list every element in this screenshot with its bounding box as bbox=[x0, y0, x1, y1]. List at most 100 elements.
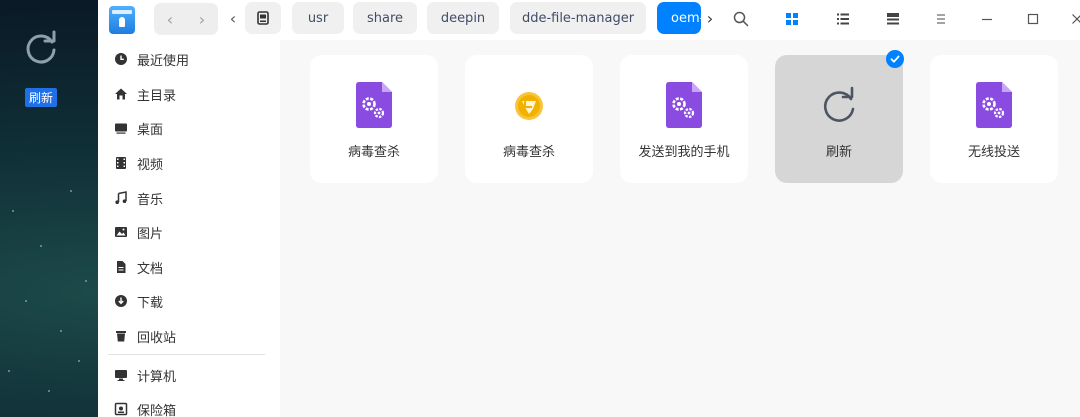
chevron-right-icon: › bbox=[706, 8, 714, 28]
breadcrumb-deepin[interactable]: deepin bbox=[427, 2, 499, 34]
maximize-button[interactable] bbox=[1018, 6, 1048, 32]
maximize-icon bbox=[1027, 13, 1039, 25]
detail-view-button[interactable] bbox=[878, 6, 908, 32]
sidebar-item-computer[interactable]: 计算机 bbox=[114, 362, 274, 388]
minimize-button[interactable] bbox=[972, 6, 1002, 32]
sidebar-item-music[interactable]: 音乐 bbox=[114, 185, 274, 211]
main-menu-button[interactable] bbox=[926, 6, 956, 32]
clock-icon bbox=[115, 53, 127, 65]
file-item[interactable]: 病毒查杀 bbox=[465, 55, 593, 183]
sidebar-item-pictures[interactable]: 图片 bbox=[114, 219, 274, 245]
music-icon bbox=[115, 191, 127, 204]
breadcrumb-usr[interactable]: usr bbox=[292, 2, 344, 34]
desktop: 刷新 bbox=[0, 0, 98, 417]
breadcrumb-root-disk[interactable] bbox=[245, 2, 281, 34]
chevron-left-icon: ‹ bbox=[229, 8, 237, 28]
file-item-selected[interactable]: 刷新 bbox=[775, 55, 903, 183]
breadcrumb-share[interactable]: share bbox=[353, 2, 417, 34]
sidebar-item-label: 保险箱 bbox=[137, 403, 177, 417]
minimize-icon bbox=[982, 18, 992, 21]
grid-view-icon bbox=[786, 13, 798, 25]
sidebar-item-label: 文档 bbox=[137, 261, 164, 277]
gear-file-icon bbox=[356, 82, 392, 128]
sidebar-item-recent[interactable]: 最近使用 bbox=[114, 46, 274, 72]
sidebar-item-label: 最近使用 bbox=[137, 53, 190, 69]
sidebar-item-label: 计算机 bbox=[137, 369, 177, 385]
chevron-right-icon: › bbox=[198, 9, 206, 29]
desktop-icon-label: 刷新 bbox=[24, 88, 57, 107]
close-icon bbox=[1072, 14, 1080, 24]
star bbox=[8, 370, 10, 372]
file-name: 发送到我的手机 bbox=[638, 145, 730, 160]
titlebar: ‹ › ‹ usr share deepin dde-file-manager … bbox=[98, 0, 1080, 40]
sidebar-item-label: 下载 bbox=[137, 295, 164, 311]
star bbox=[70, 190, 72, 192]
picture-icon bbox=[115, 227, 127, 237]
list-view-icon bbox=[837, 13, 849, 25]
breadcrumb-current[interactable]: oem-menuextensions bbox=[657, 2, 701, 34]
refresh-icon bbox=[823, 86, 855, 122]
file-name: 病毒查杀 bbox=[502, 145, 555, 160]
star bbox=[78, 360, 80, 362]
detail-view-icon bbox=[887, 13, 899, 25]
file-name: 无线投送 bbox=[967, 145, 1020, 160]
star bbox=[25, 300, 27, 302]
search-button[interactable] bbox=[726, 6, 756, 32]
computer-icon bbox=[115, 370, 127, 381]
sidebar-item-trash[interactable]: 回收站 bbox=[114, 323, 274, 349]
disk-icon bbox=[257, 11, 269, 25]
sidebar-item-label: 图片 bbox=[137, 226, 164, 242]
sidebar-item-downloads[interactable]: 下载 bbox=[114, 288, 274, 314]
sidebar-item-label: 视频 bbox=[137, 157, 164, 173]
back-button[interactable]: ‹ bbox=[154, 3, 186, 35]
close-button[interactable] bbox=[1062, 6, 1080, 32]
forward-button[interactable]: › bbox=[186, 3, 218, 35]
selected-check-icon bbox=[886, 50, 904, 68]
search-icon bbox=[733, 11, 749, 27]
star bbox=[12, 210, 14, 212]
icon-view-button[interactable] bbox=[777, 6, 807, 32]
gear-file-icon bbox=[976, 82, 1012, 128]
sidebar-item-label: 主目录 bbox=[137, 88, 177, 104]
file-item[interactable]: 发送到我的手机 bbox=[620, 55, 748, 183]
sidebar-divider bbox=[108, 354, 265, 355]
file-name: 病毒查杀 bbox=[347, 145, 400, 160]
sidebar-item-label: 回收站 bbox=[137, 330, 177, 346]
breadcrumb-scroll-left[interactable]: ‹ bbox=[225, 6, 241, 30]
file-item[interactable]: 无线投送 bbox=[930, 55, 1058, 183]
desktop-icon bbox=[115, 123, 127, 134]
breadcrumb-dde-file-manager[interactable]: dde-file-manager bbox=[510, 2, 646, 34]
document-icon bbox=[117, 261, 126, 273]
sidebar-item-videos[interactable]: 视频 bbox=[114, 150, 274, 176]
star bbox=[85, 280, 87, 282]
desktop-refresh-shortcut[interactable]: 刷新 bbox=[16, 28, 66, 107]
video-icon bbox=[116, 157, 126, 169]
navigation-buttons: ‹ › bbox=[154, 3, 218, 35]
breadcrumb-scroll-right[interactable]: › bbox=[702, 6, 718, 30]
sidebar-item-desktop[interactable]: 桌面 bbox=[114, 115, 274, 141]
file-grid: 病毒查杀 病毒查杀 发送到我的手机 刷新 无线投送 bbox=[280, 40, 1080, 417]
vault-icon bbox=[114, 402, 128, 416]
sidebar-item-home[interactable]: 主目录 bbox=[114, 81, 274, 107]
file-name: 刷新 bbox=[825, 145, 852, 160]
sidebar-item-vault[interactable]: 保险箱 bbox=[114, 396, 274, 417]
shield-icon bbox=[515, 92, 543, 120]
refresh-icon bbox=[26, 30, 56, 64]
menu-icon bbox=[937, 14, 945, 24]
sidebar-item-label: 桌面 bbox=[137, 122, 164, 138]
star bbox=[48, 390, 50, 392]
chevron-left-icon: ‹ bbox=[166, 9, 174, 29]
file-manager-window: ‹ › ‹ usr share deepin dde-file-manager … bbox=[98, 0, 1080, 417]
trash-icon bbox=[116, 331, 126, 342]
home-icon bbox=[115, 88, 127, 100]
app-logo-icon[interactable] bbox=[109, 6, 135, 34]
file-item[interactable]: 病毒查杀 bbox=[310, 55, 438, 183]
sidebar: 最近使用 主目录 桌面 视频 音乐 图片 文档 下载 回收站 计算机 保险箱 bbox=[98, 40, 280, 417]
star bbox=[40, 245, 42, 247]
download-icon bbox=[115, 295, 127, 307]
sidebar-item-label: 音乐 bbox=[137, 192, 164, 208]
gear-file-icon bbox=[666, 82, 702, 128]
list-view-button[interactable] bbox=[828, 6, 858, 32]
sidebar-item-documents[interactable]: 文档 bbox=[114, 254, 274, 280]
star bbox=[60, 330, 62, 332]
